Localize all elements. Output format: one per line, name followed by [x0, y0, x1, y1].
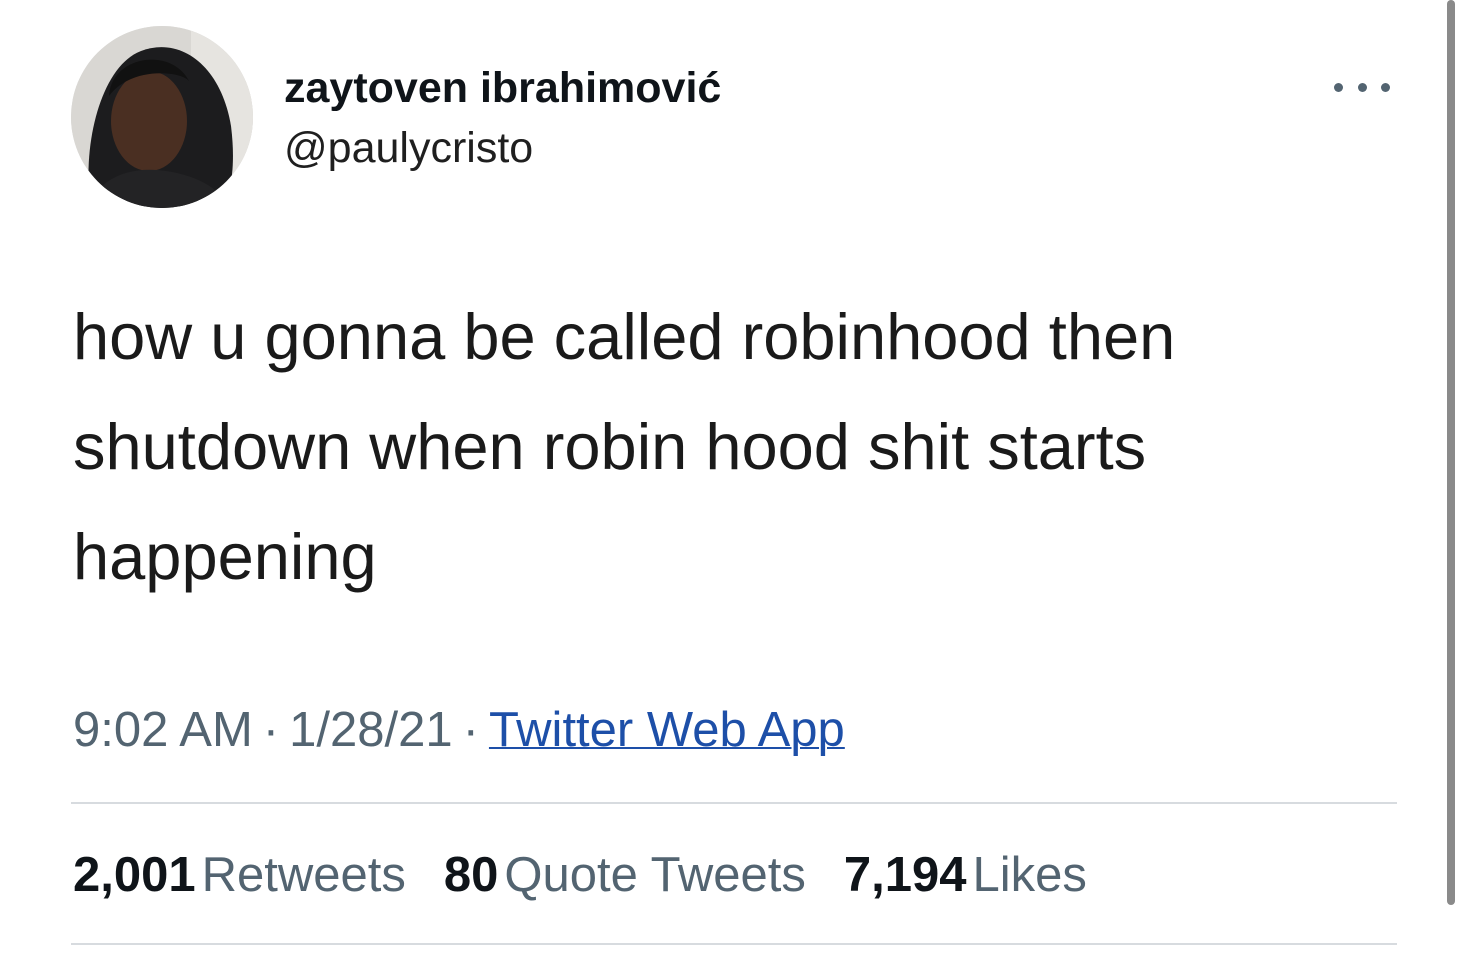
retweets-label: Retweets: [201, 848, 406, 902]
likes-count: 7,194: [843, 848, 967, 902]
tweet-date[interactable]: 1/28/21: [289, 703, 453, 757]
quote-tweets-label: Quote Tweets: [504, 848, 806, 902]
scrollbar[interactable]: [1447, 0, 1455, 905]
quote-tweets-stat[interactable]: 80 Quote Tweets: [444, 843, 806, 907]
more-horizontal-icon-dot: [1357, 82, 1367, 92]
more-horizontal-icon: [1334, 82, 1343, 92]
tweet-time[interactable]: 9:02 AM: [73, 703, 253, 757]
quote-tweets-count: 80: [443, 848, 499, 902]
engagement-stats: 2,001 Retweets 80 Quote Tweets 7,194 Likes: [73, 843, 1087, 907]
tweet-source-link[interactable]: Twitter Web App: [489, 703, 845, 757]
more-horizontal-icon-dot: [1381, 82, 1390, 92]
avatar-image: [71, 26, 253, 208]
retweets-stat[interactable]: 2,001 Retweets: [73, 843, 406, 907]
likes-stat[interactable]: 7,194 Likes: [844, 843, 1087, 907]
divider: [71, 802, 1397, 804]
tweet-text: how u gonna be called robinhood then shu…: [73, 300, 1176, 593]
author-handle[interactable]: @paulycristo: [284, 120, 533, 176]
retweets-count: 2,001: [73, 848, 196, 902]
avatar[interactable]: [71, 26, 253, 208]
divider: [71, 943, 1397, 945]
author-display-name[interactable]: zaytoven ibrahimović: [284, 60, 721, 116]
meta-separator: ·: [462, 703, 479, 757]
likes-label: Likes: [972, 848, 1087, 902]
meta-separator: ·: [262, 703, 280, 757]
tweet-metadata: 9:02 AM · 1/28/21 · Twitter Web App: [73, 698, 845, 762]
tweet: zaytoven ibrahimović @paulycristo how u …: [0, 0, 1467, 960]
more-options-button[interactable]: [1334, 70, 1390, 104]
